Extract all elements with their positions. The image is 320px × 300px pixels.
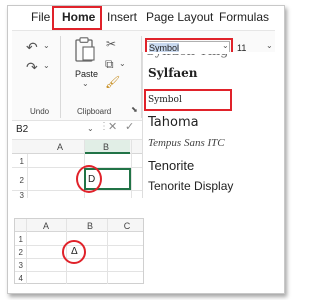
gridline	[26, 219, 27, 284]
copy-dropdown-icon[interactable]: ⌄	[119, 60, 126, 68]
row-header-2[interactable]: 2	[14, 176, 24, 185]
gridline	[107, 219, 108, 284]
redo-dropdown-icon[interactable]: ⌄	[43, 62, 50, 70]
paste-label[interactable]: Paste	[75, 69, 98, 79]
font-list-scroll-clip: Sylfaen Tmg	[146, 54, 276, 61]
undo-icon[interactable]: ↶	[26, 40, 38, 54]
clipboard-group-label: Clipboard	[77, 107, 112, 116]
gridline	[12, 190, 142, 191]
row-header-1[interactable]: 1	[14, 157, 24, 166]
gridline	[15, 271, 143, 272]
group-separator	[60, 36, 61, 118]
tab-file[interactable]: File	[31, 10, 50, 24]
font-option-sylfaen[interactable]: Sylfaen	[148, 66, 198, 80]
paste-dropdown-icon[interactable]: ⌄	[82, 80, 89, 88]
column-header-b[interactable]: B	[96, 142, 116, 152]
cut-icon[interactable]: ✂	[106, 38, 116, 50]
result-row-header-4[interactable]: 4	[13, 274, 23, 283]
font-option-tenorite-display[interactable]: Tenorite Display	[148, 179, 233, 193]
home-tab-highlight	[52, 6, 102, 30]
symbol-option-highlight	[144, 89, 232, 111]
tab-page-layout[interactable]: Page Layout	[146, 10, 213, 24]
format-painter-icon[interactable]: 🖌	[105, 76, 120, 88]
font-option-tempus-sans-itc[interactable]: Tempus Sans ITC	[148, 137, 225, 149]
redo-icon[interactable]: ↷	[26, 60, 38, 74]
cell-b2-highlight	[76, 165, 102, 193]
font-size-dropdown-icon[interactable]: ⌄	[266, 42, 273, 50]
paste-icon[interactable]	[74, 37, 96, 65]
result-row-header-1[interactable]: 1	[13, 235, 23, 244]
result-row-header-3[interactable]: 3	[13, 261, 23, 270]
result-column-header-b[interactable]: B	[80, 221, 100, 231]
spacer	[12, 198, 275, 216]
column-header-a[interactable]: A	[50, 142, 70, 152]
gridline	[27, 154, 28, 198]
undo-dropdown-icon[interactable]: ⌄	[43, 42, 50, 50]
name-box-dropdown-icon[interactable]: ⌄	[87, 125, 94, 133]
name-box[interactable]: B2	[16, 124, 28, 135]
tab-formulas[interactable]: Formulas	[219, 10, 269, 24]
formula-bar	[12, 120, 142, 140]
result-row-header-2[interactable]: 2	[13, 248, 23, 257]
copy-icon[interactable]: ⧉	[105, 58, 114, 70]
font-option-tahoma[interactable]: Tahoma	[148, 115, 199, 130]
tab-insert[interactable]: Insert	[107, 10, 137, 24]
result-column-header-a[interactable]: A	[36, 221, 56, 231]
undo-group-label: Undo	[30, 107, 50, 116]
font-option-tenorite[interactable]: Tenorite	[148, 158, 194, 173]
confirm-entry-icon[interactable]: ✓	[125, 122, 134, 133]
clipboard-launcher-icon[interactable]: ⬊	[131, 106, 138, 114]
cancel-entry-icon[interactable]: ✕	[108, 122, 117, 133]
result-cell-b2-highlight	[62, 240, 86, 264]
result-column-header-c[interactable]: C	[117, 221, 137, 231]
